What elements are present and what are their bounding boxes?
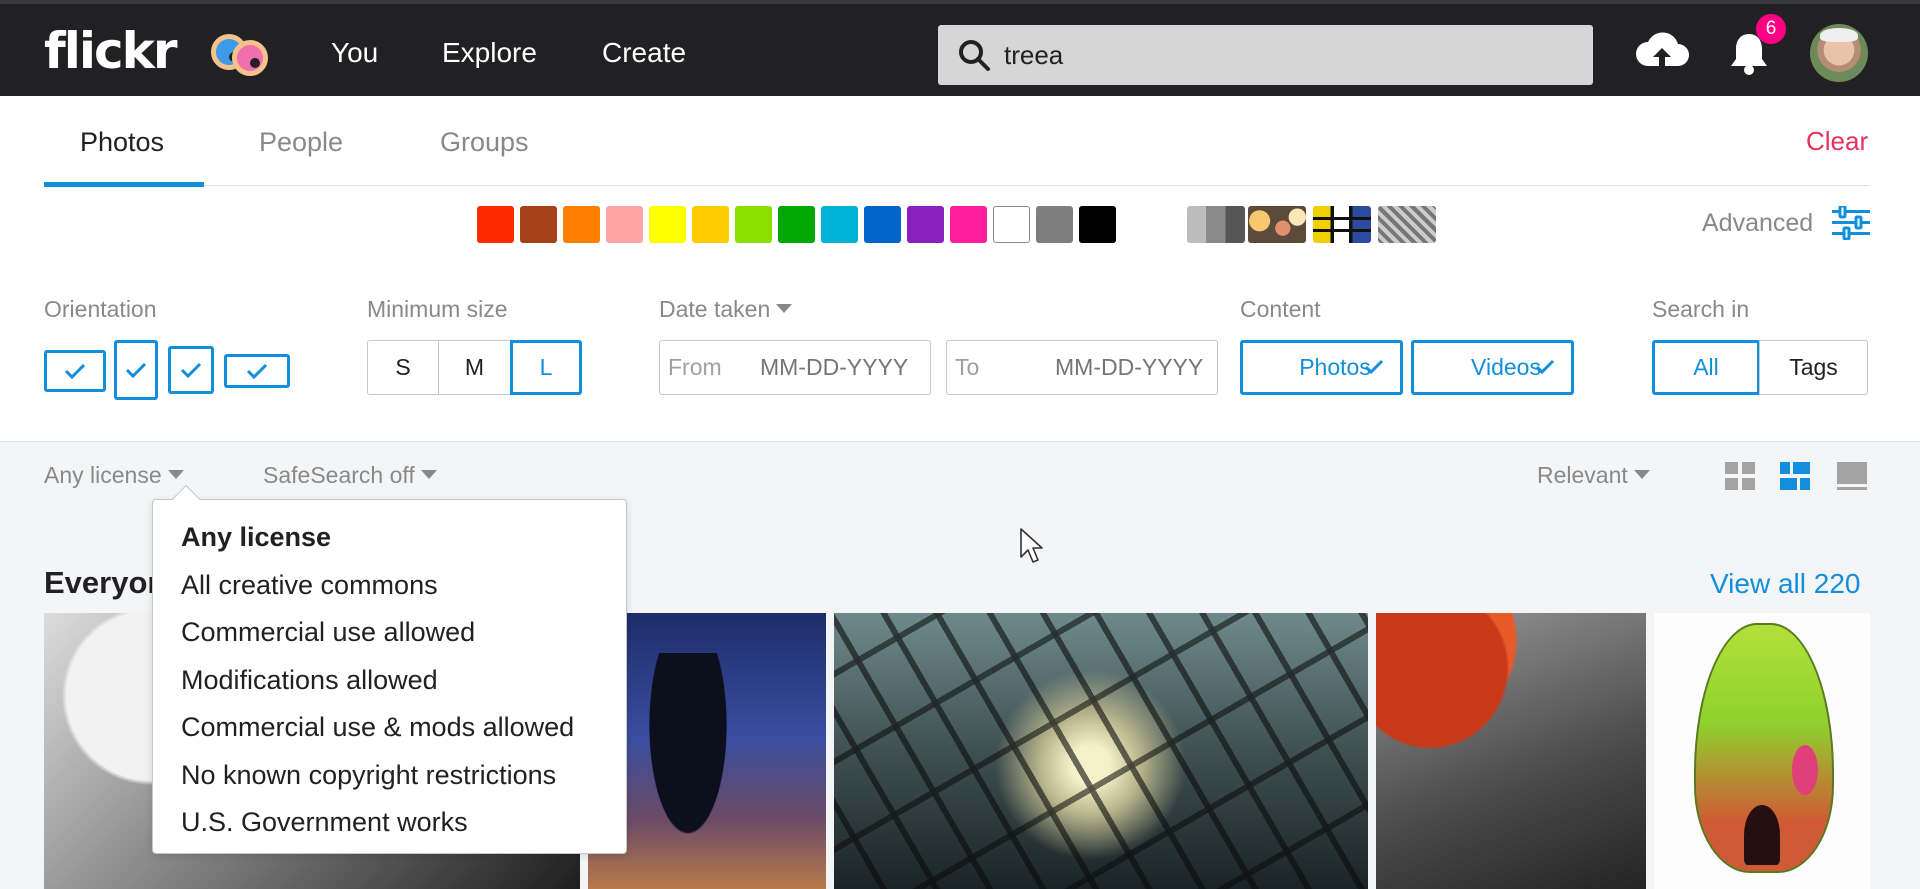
color-swatch[interactable] (993, 206, 1030, 243)
license-dropdown-label: Any license (44, 462, 162, 488)
color-swatch[interactable] (950, 206, 987, 243)
color-swatch[interactable] (692, 206, 729, 243)
date-taken-dropdown[interactable]: Date taken (659, 294, 793, 324)
flickr-logo[interactable]: flickr (44, 22, 178, 80)
color-swatch[interactable] (477, 206, 514, 243)
chevron-down-icon (1633, 470, 1650, 480)
content-videos-toggle[interactable]: Videos (1411, 340, 1574, 395)
search-input[interactable] (1004, 25, 1564, 85)
checkmark-icon (246, 363, 268, 380)
advanced-label[interactable]: Advanced (1702, 206, 1813, 240)
content-photos-label: Photos (1299, 354, 1371, 380)
sort-label: Relevant (1537, 462, 1628, 488)
grid-view-icon[interactable] (1724, 460, 1756, 492)
view-all-link[interactable]: View all 220 (1710, 565, 1860, 603)
content-videos-label: Videos (1471, 354, 1541, 380)
color-swatch[interactable] (563, 206, 600, 243)
color-swatch[interactable] (864, 206, 901, 243)
orientation-panorama-checkbox[interactable] (224, 354, 290, 388)
minimum-size-label: Minimum size (367, 296, 508, 322)
content-photos-toggle[interactable]: Photos (1240, 340, 1403, 395)
active-tab-indicator (44, 182, 204, 187)
color-swatch[interactable] (1036, 206, 1073, 243)
checkmark-icon (125, 362, 147, 379)
tabs-divider (44, 185, 1870, 186)
chevron-down-icon (420, 470, 437, 480)
justified-view-icon[interactable] (1779, 460, 1811, 492)
large-view-icon[interactable] (1836, 460, 1868, 492)
content-label: Content (1240, 296, 1321, 322)
color-swatch[interactable] (1079, 206, 1116, 243)
donut-badge-icon[interactable] (232, 40, 268, 76)
checkmark-icon (1364, 359, 1384, 375)
license-option-no-copyright[interactable]: No known copyright restrictions (153, 752, 626, 800)
style-shallow-dof-swatch[interactable] (1248, 206, 1306, 243)
color-swatch[interactable] (907, 206, 944, 243)
chevron-down-icon (776, 304, 793, 314)
date-to-prefix: To (955, 354, 980, 380)
orientation-label: Orientation (44, 296, 157, 322)
date-from-input[interactable] (760, 341, 925, 394)
safesearch-dropdown-toggle[interactable]: SafeSearch off (263, 459, 437, 491)
style-pattern-swatch[interactable] (1313, 206, 1371, 243)
user-avatar[interactable] (1810, 24, 1868, 82)
sort-dropdown-toggle[interactable]: Relevant (1537, 459, 1650, 491)
orientation-square-checkbox[interactable] (168, 346, 214, 394)
license-dropdown-menu: Any license All creative commons Commerc… (152, 484, 627, 854)
color-swatch[interactable] (778, 206, 815, 243)
safesearch-label: SafeSearch off (263, 462, 415, 488)
nav-create[interactable]: Create (602, 34, 686, 72)
date-from-prefix: From (668, 354, 722, 380)
result-photo[interactable] (1654, 613, 1870, 889)
date-from-field[interactable]: From (659, 340, 931, 395)
license-dropdown-toggle[interactable]: Any license (44, 459, 184, 491)
license-option-commercial[interactable]: Commercial use allowed (153, 609, 626, 657)
size-small-button[interactable]: S (367, 340, 439, 395)
date-to-input[interactable] (1055, 341, 1215, 394)
size-large-button[interactable]: L (510, 340, 582, 395)
result-photo[interactable] (834, 613, 1368, 889)
color-swatch[interactable] (520, 206, 557, 243)
orientation-portrait-checkbox[interactable] (114, 340, 158, 400)
top-nav-bar: flickr You Explore Create 6 (0, 0, 1920, 96)
color-swatch[interactable] (735, 206, 772, 243)
orientation-landscape-checkbox[interactable] (44, 350, 106, 392)
search-box[interactable] (938, 25, 1593, 85)
date-to-field[interactable]: To (946, 340, 1218, 395)
mouse-cursor-icon (1020, 528, 1043, 563)
checkmark-icon (180, 362, 202, 379)
checkmark-icon (64, 363, 86, 380)
tab-people[interactable]: People (259, 124, 343, 160)
size-medium-button[interactable]: M (438, 340, 511, 395)
sliders-icon[interactable] (1832, 206, 1870, 240)
tab-photos[interactable]: Photos (80, 124, 164, 160)
date-taken-label: Date taken (659, 296, 771, 322)
search-in-label: Search in (1652, 296, 1750, 322)
chevron-down-icon (167, 470, 184, 480)
license-option-modifications[interactable]: Modifications allowed (153, 657, 626, 705)
notification-count-badge[interactable]: 6 (1756, 14, 1786, 44)
color-swatch[interactable] (649, 206, 686, 243)
search-icon[interactable] (956, 37, 992, 73)
illustration-image (1694, 623, 1834, 873)
license-option-all-cc[interactable]: All creative commons (153, 562, 626, 610)
color-swatch[interactable] (606, 206, 643, 243)
style-black-white-swatch[interactable] (1187, 206, 1245, 243)
license-option-us-gov[interactable]: U.S. Government works (153, 799, 626, 847)
license-option-commercial-mods[interactable]: Commercial use & mods allowed (153, 704, 626, 752)
checkmark-icon (1535, 359, 1555, 375)
upload-cloud-icon[interactable] (1634, 26, 1690, 76)
search-in-all-button[interactable]: All (1652, 340, 1760, 395)
style-minimalist-swatch[interactable] (1378, 206, 1436, 243)
color-swatch[interactable] (821, 206, 858, 243)
clear-filters-link[interactable]: Clear (1806, 124, 1868, 158)
result-photo[interactable] (1376, 613, 1646, 889)
tab-groups[interactable]: Groups (440, 124, 529, 160)
search-in-tags-button[interactable]: Tags (1759, 340, 1868, 395)
nav-explore[interactable]: Explore (442, 34, 537, 72)
results-section-title: Everyon (44, 565, 167, 600)
nav-you[interactable]: You (331, 34, 378, 72)
license-option-any[interactable]: Any license (153, 514, 626, 562)
